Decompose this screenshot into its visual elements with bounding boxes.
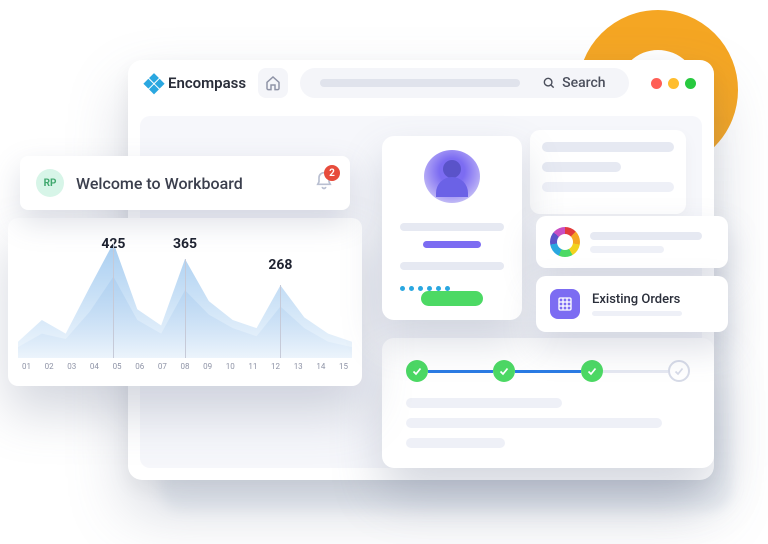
username-field[interactable] bbox=[400, 223, 504, 231]
username-value bbox=[423, 241, 480, 249]
avatar-icon bbox=[424, 150, 480, 203]
breakdown-card[interactable] bbox=[536, 216, 728, 268]
x-tick: 09 bbox=[203, 362, 212, 371]
x-tick: 04 bbox=[90, 362, 99, 371]
progress-line bbox=[406, 418, 662, 428]
x-tick: 10 bbox=[226, 362, 235, 371]
chart-area: 425365268 bbox=[18, 236, 352, 358]
breakdown-line bbox=[590, 246, 664, 253]
brand-name: Encompass bbox=[168, 74, 246, 92]
brand-mark-icon bbox=[143, 72, 166, 95]
home-button[interactable] bbox=[258, 68, 288, 98]
x-tick: 08 bbox=[180, 362, 189, 371]
step[interactable] bbox=[668, 360, 690, 382]
summary-line bbox=[542, 182, 674, 192]
x-tick: 12 bbox=[271, 362, 280, 371]
topbar: Encompass Search bbox=[128, 60, 714, 106]
chart-x-axis: 01 02 03 04 05 06 07 08 09 10 11 12 13 14 15 bbox=[18, 358, 352, 371]
traffic-close-icon[interactable] bbox=[651, 78, 662, 89]
step[interactable] bbox=[493, 360, 515, 382]
search-icon bbox=[542, 76, 556, 90]
search-label-group: Search bbox=[542, 75, 605, 91]
home-icon bbox=[265, 75, 281, 91]
summary-line bbox=[542, 142, 674, 152]
chart-peak-label: 365 bbox=[173, 236, 197, 252]
x-tick: 06 bbox=[135, 362, 144, 371]
x-tick: 03 bbox=[67, 362, 76, 371]
step-connector bbox=[428, 370, 493, 373]
notifications-button[interactable]: 2 bbox=[314, 171, 334, 195]
x-tick: 02 bbox=[45, 362, 54, 371]
search-bar[interactable]: Search bbox=[300, 68, 629, 98]
welcome-banner: RP Welcome to Workboard 2 bbox=[20, 156, 350, 210]
profile-login-card bbox=[382, 136, 522, 320]
step[interactable] bbox=[406, 360, 428, 382]
login-button[interactable] bbox=[421, 291, 483, 306]
traffic-max-icon[interactable] bbox=[685, 78, 696, 89]
search-placeholder-text: Search bbox=[562, 75, 605, 91]
existing-orders-card[interactable]: Existing Orders bbox=[536, 276, 728, 332]
x-tick: 15 bbox=[339, 362, 348, 371]
x-tick: 05 bbox=[113, 362, 122, 371]
metrics-chart-card: 425365268 010203040506070809101112131415 bbox=[8, 218, 362, 386]
chart-peak-line bbox=[185, 259, 186, 358]
user-avatar-initials[interactable]: RP bbox=[36, 169, 64, 197]
progress-stepper-card bbox=[382, 338, 714, 468]
chart-peak-line bbox=[113, 243, 114, 358]
breakdown-line bbox=[590, 232, 702, 240]
summary-card bbox=[530, 130, 686, 214]
x-tick: 01 bbox=[22, 362, 31, 371]
x-tick: 14 bbox=[316, 362, 325, 371]
chart-peak-label: 268 bbox=[268, 257, 292, 273]
summary-line bbox=[542, 162, 621, 172]
password-field[interactable] bbox=[400, 262, 504, 270]
progress-line bbox=[406, 398, 562, 408]
step-connector bbox=[515, 370, 580, 373]
x-tick: 11 bbox=[248, 362, 257, 371]
search-placeholder-skeleton bbox=[320, 79, 520, 87]
traffic-min-icon[interactable] bbox=[668, 78, 679, 89]
chart-peak-line bbox=[280, 285, 281, 358]
step-connector bbox=[603, 370, 668, 373]
donut-chart-icon bbox=[550, 227, 580, 257]
brand-logo: Encompass bbox=[146, 74, 246, 92]
progress-line bbox=[406, 438, 505, 448]
notification-count-badge: 2 bbox=[324, 165, 340, 181]
x-tick: 07 bbox=[158, 362, 167, 371]
x-tick: 13 bbox=[294, 362, 303, 371]
window-traffic-lights bbox=[651, 78, 696, 89]
step[interactable] bbox=[581, 360, 603, 382]
stepper bbox=[406, 360, 690, 382]
welcome-title: Welcome to Workboard bbox=[76, 174, 302, 193]
orders-grid-icon bbox=[550, 289, 580, 319]
orders-card-title: Existing Orders bbox=[592, 292, 682, 307]
orders-card-subtitle bbox=[592, 311, 682, 316]
